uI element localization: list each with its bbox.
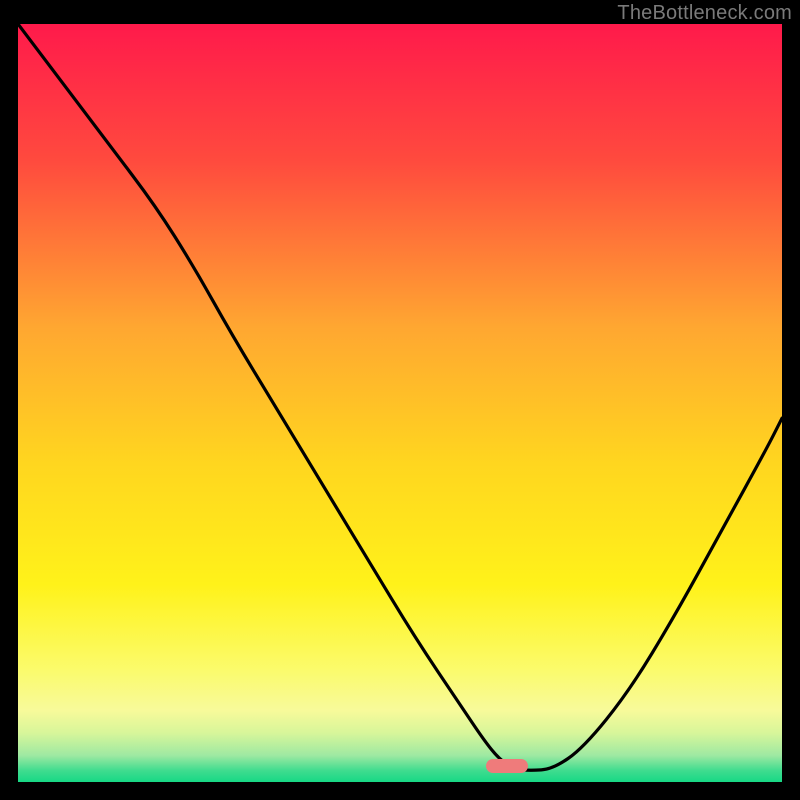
chart-background bbox=[18, 24, 782, 782]
optimal-marker-icon bbox=[486, 759, 528, 773]
watermark-text: TheBottleneck.com bbox=[617, 2, 792, 25]
chart-svg bbox=[18, 24, 782, 782]
chart-plot-area bbox=[18, 24, 782, 782]
image-frame: TheBottleneck.com bbox=[0, 0, 800, 800]
